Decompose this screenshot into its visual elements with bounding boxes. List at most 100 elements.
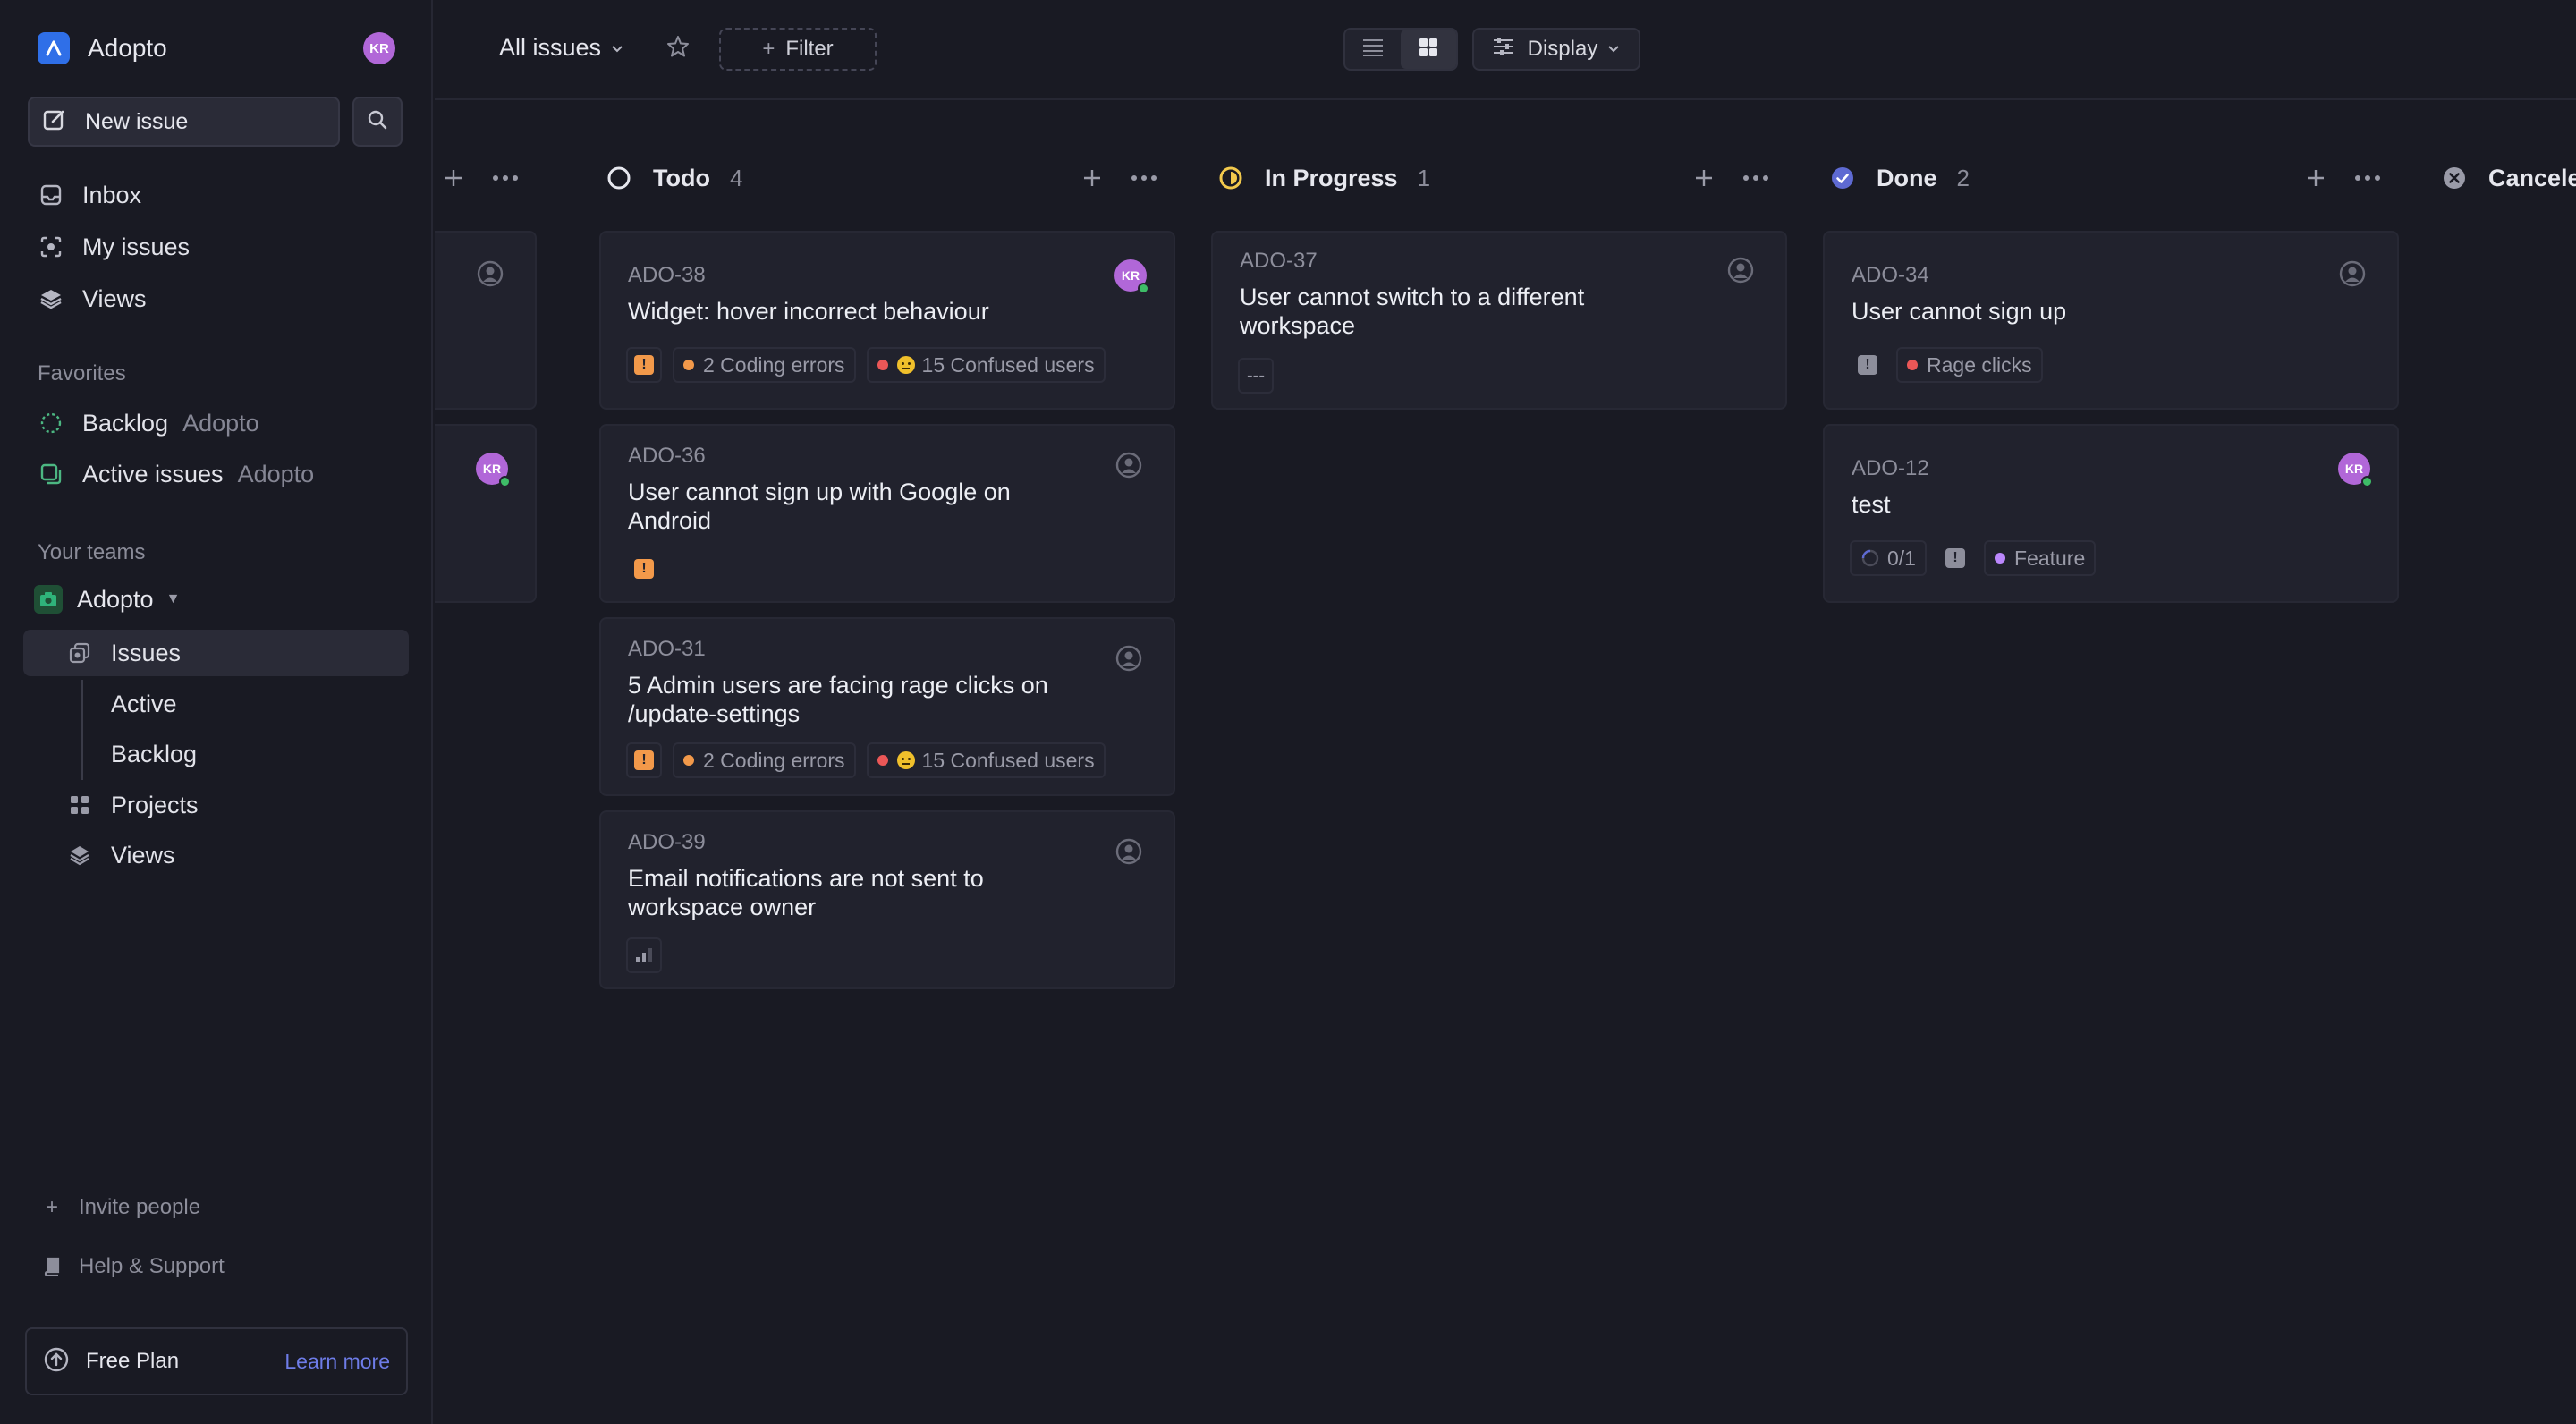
more-options-icon[interactable] bbox=[1129, 165, 1159, 191]
display-button[interactable]: Display bbox=[1472, 28, 1640, 71]
priority-button[interactable]: ! bbox=[1937, 540, 1973, 576]
label-chip[interactable]: Rage clicks bbox=[1896, 347, 2043, 383]
team-nav-issues-label: Issues bbox=[111, 639, 182, 666]
favorite-star-button[interactable] bbox=[664, 34, 692, 63]
team-nav-active[interactable]: Active bbox=[111, 691, 177, 718]
no-priority-button[interactable]: --- bbox=[1238, 358, 1274, 394]
board-view-button[interactable] bbox=[1401, 30, 1456, 69]
views-icon bbox=[66, 842, 93, 869]
unassigned-avatar-icon[interactable] bbox=[1114, 837, 1147, 869]
team-nav-projects[interactable]: Projects bbox=[66, 787, 199, 823]
issue-card[interactable]: ADO-37 User cannot switch to a different… bbox=[1211, 231, 1787, 410]
team-nav-views[interactable]: Views bbox=[66, 837, 175, 873]
new-issue-button[interactable]: New issue bbox=[28, 97, 340, 147]
sliders-icon bbox=[1492, 37, 1515, 63]
display-label: Display bbox=[1527, 37, 1598, 61]
caret-down-icon: ▼ bbox=[165, 591, 181, 606]
favorite-backlog-team: Adopto bbox=[182, 409, 259, 437]
issue-properties: 0/1 ! Feature bbox=[1850, 540, 2097, 576]
medium-priority-icon bbox=[636, 948, 652, 962]
favorites-heading: Favorites bbox=[38, 361, 126, 386]
column-count: 2 bbox=[1956, 164, 1970, 191]
issue-card[interactable]: ADO-31 5 Admin users are facing rage cli… bbox=[599, 617, 1175, 796]
urgent-priority-icon: ! bbox=[634, 559, 654, 579]
label-chip[interactable]: 2 Coding errors bbox=[673, 347, 856, 383]
assignee-avatar[interactable]: KR bbox=[476, 453, 511, 487]
team-nav-views-label: Views bbox=[111, 841, 175, 869]
team-adopto[interactable]: Adopto ▼ bbox=[34, 585, 180, 614]
priority-button[interactable]: ! bbox=[626, 347, 662, 383]
add-issue-icon[interactable] bbox=[2302, 165, 2329, 191]
urgent-priority-icon: ! bbox=[634, 750, 654, 770]
plan-label: Free Plan bbox=[86, 1349, 180, 1373]
view-title: All issues bbox=[499, 34, 602, 61]
issue-card[interactable]: ADO-38 Widget: hover incorrect behaviour… bbox=[599, 231, 1175, 410]
filter-button[interactable]: + Filter bbox=[719, 28, 877, 71]
favorite-active-issues[interactable]: Active issues Adopto bbox=[36, 456, 314, 492]
add-issue-icon[interactable] bbox=[1690, 165, 1717, 191]
issue-properties: ! bbox=[626, 551, 662, 587]
label-chip[interactable]: 15 Confused users bbox=[866, 742, 1106, 778]
assignee-avatar[interactable]: KR bbox=[2338, 453, 2373, 487]
issue-title: 5 Admin users are facing rage clicks on … bbox=[628, 672, 1048, 727]
backlog-status-icon bbox=[36, 408, 66, 438]
view-selector[interactable]: All issues bbox=[499, 34, 624, 62]
workspace-switcher[interactable]: Adopto KR bbox=[38, 32, 395, 64]
nav-my-issues[interactable]: My issues bbox=[36, 229, 190, 265]
priority-button[interactable]: ! bbox=[1850, 347, 1885, 383]
nav-views-label: Views bbox=[82, 284, 147, 312]
issue-properties: ! Rage clicks bbox=[1850, 347, 2043, 383]
help-support-button[interactable]: Help & Support bbox=[41, 1254, 225, 1279]
more-options-icon[interactable] bbox=[2352, 165, 2383, 191]
team-nav-issues[interactable]: Issues bbox=[66, 635, 181, 671]
issue-card[interactable]: ADO-39 Email notifications are not sent … bbox=[599, 810, 1175, 989]
unassigned-avatar-icon[interactable] bbox=[2338, 259, 2370, 292]
issue-card[interactable]: ADO-34 User cannot sign up ! Rage clicks bbox=[1823, 231, 2399, 410]
unassigned-avatar-icon[interactable] bbox=[1726, 256, 1758, 288]
subissue-progress-chip[interactable]: 0/1 bbox=[1850, 540, 1927, 576]
issue-card[interactable] bbox=[435, 231, 537, 410]
issue-card[interactable]: ADO-12 test KR 0/1 ! Feature bbox=[1823, 424, 2399, 603]
favorite-active-issues-label: Active issues bbox=[82, 460, 224, 487]
search-button[interactable] bbox=[352, 97, 402, 147]
unassigned-avatar-icon[interactable] bbox=[1114, 451, 1147, 483]
more-options-icon[interactable] bbox=[490, 165, 521, 191]
invite-people-button[interactable]: + Invite people bbox=[41, 1195, 200, 1220]
label-chip[interactable]: 2 Coding errors bbox=[673, 742, 856, 778]
issue-card[interactable]: ne KR bbox=[435, 424, 537, 603]
plan-banner[interactable]: Free Plan Learn more bbox=[25, 1327, 408, 1395]
nav-inbox-label: Inbox bbox=[82, 181, 142, 208]
label-chip[interactable]: Feature bbox=[1983, 540, 2097, 576]
assignee-avatar[interactable]: KR bbox=[1114, 259, 1149, 294]
tree-connector bbox=[81, 680, 83, 780]
user-avatar[interactable]: KR bbox=[363, 32, 395, 64]
camera-icon bbox=[34, 585, 63, 614]
column-title: In Progress bbox=[1265, 164, 1398, 191]
column-backlog: ne KR bbox=[435, 102, 537, 1424]
unassigned-avatar-icon[interactable] bbox=[1114, 644, 1147, 676]
priority-button[interactable]: ! bbox=[626, 551, 662, 587]
priority-button[interactable] bbox=[626, 937, 662, 973]
canceled-status-icon bbox=[2442, 165, 2467, 191]
plus-icon: + bbox=[762, 37, 775, 61]
add-issue-icon[interactable] bbox=[1079, 165, 1106, 191]
favorite-backlog[interactable]: Backlog Adopto bbox=[36, 405, 259, 441]
list-view-button[interactable] bbox=[1345, 30, 1401, 69]
label-chip[interactable]: 15 Confused users bbox=[866, 347, 1106, 383]
priority-button[interactable]: ! bbox=[626, 742, 662, 778]
column-title: Cancele bbox=[2488, 164, 2576, 191]
layout-toggle bbox=[1343, 28, 1458, 71]
unassigned-avatar-icon[interactable] bbox=[476, 259, 508, 292]
nav-my-issues-label: My issues bbox=[82, 233, 191, 260]
issue-card[interactable]: ADO-36 User cannot sign up with Google o… bbox=[599, 424, 1175, 603]
issue-properties: ! 2 Coding errors 15 Confused users bbox=[626, 347, 1106, 383]
more-options-icon[interactable] bbox=[1741, 165, 1771, 191]
book-icon bbox=[41, 1257, 63, 1276]
nav-views[interactable]: Views bbox=[36, 281, 147, 317]
team-nav-backlog[interactable]: Backlog bbox=[111, 741, 197, 768]
online-status-dot bbox=[1138, 283, 1149, 294]
add-issue-icon[interactable] bbox=[440, 165, 467, 191]
learn-more-link[interactable]: Learn more bbox=[284, 1350, 390, 1374]
nav-inbox[interactable]: Inbox bbox=[36, 177, 141, 213]
label-text: 15 Confused users bbox=[921, 748, 1095, 772]
